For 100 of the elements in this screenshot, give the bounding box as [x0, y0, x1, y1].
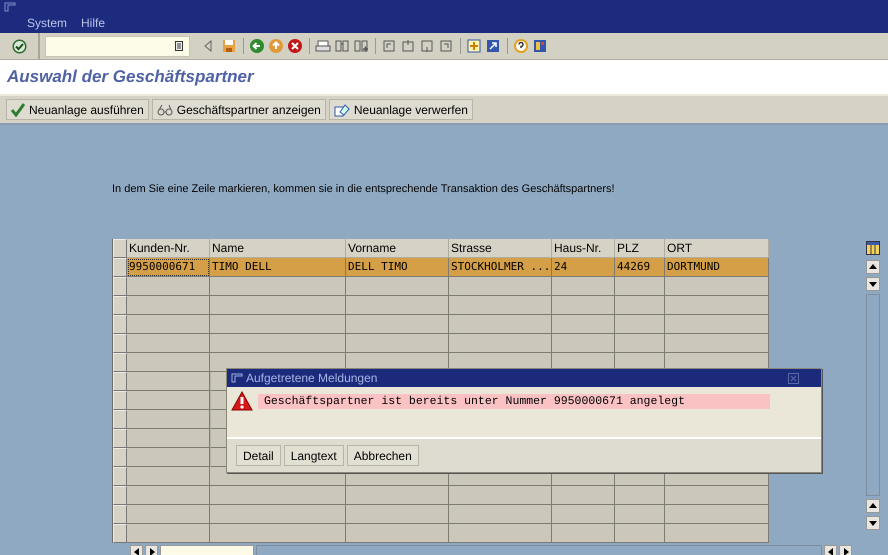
column-settings-icon[interactable] [866, 241, 880, 255]
row-selector[interactable] [113, 296, 127, 315]
check-icon [11, 102, 25, 116]
dialog-button[interactable]: Detail [236, 445, 281, 466]
caret-left-icon [134, 548, 140, 555]
window-menu-icon[interactable] [231, 373, 243, 383]
table-cell [552, 524, 615, 543]
find-icon[interactable] [334, 38, 350, 54]
table-cell: DORTMUND [665, 258, 769, 277]
scroll-down-button[interactable] [866, 277, 880, 291]
scroll-left-button[interactable] [824, 545, 837, 555]
row-selector[interactable] [113, 429, 127, 448]
scroll-right-button[interactable] [145, 545, 158, 555]
scroll-up-button[interactable] [866, 260, 880, 274]
table-cell [615, 277, 665, 296]
table-cell [615, 486, 665, 505]
table-cell [552, 334, 615, 353]
previous-page-icon[interactable] [400, 38, 416, 54]
caret-down-icon [869, 520, 877, 526]
table-cell: 24 [552, 258, 615, 277]
row-selector[interactable] [113, 353, 127, 372]
caret-left-icon [828, 548, 834, 555]
caret-right-icon [148, 548, 154, 555]
caret-up-icon [869, 264, 877, 270]
instruction-text: In dem Sie eine Zeile markieren, kommen sie in die entsprechende Transaktion des Geschäftspartners! [112, 183, 615, 195]
eraser-icon [334, 102, 350, 116]
dialog-button[interactable]: Abbrechen [346, 445, 419, 466]
layout-menu-icon[interactable] [532, 38, 548, 54]
find-next-icon[interactable] [353, 38, 369, 54]
table-cell: TIMO DELL [210, 258, 346, 277]
window-menu-icon[interactable] [4, 2, 16, 12]
screen-title: Auswahl der Geschäftspartner [7, 67, 254, 87]
row-selector[interactable] [113, 315, 127, 334]
table-cell: DELL TIMO [346, 258, 449, 277]
table-cell [210, 372, 226, 391]
cancel-icon[interactable] [287, 38, 303, 54]
caret-down-icon [869, 281, 877, 287]
close-icon[interactable] [788, 372, 799, 384]
dialog-title: Aufgetretene Meldungen [246, 371, 378, 385]
toolbar-button[interactable]: Neuanlage verwerfen [328, 99, 473, 120]
scroll-up-button[interactable] [866, 499, 880, 513]
last-page-icon[interactable] [438, 38, 454, 54]
row-selector[interactable] [113, 524, 127, 543]
scroll-down-button[interactable] [866, 516, 880, 530]
table-cell: 44269 [615, 258, 665, 277]
table-cell [552, 486, 615, 505]
glasses-icon [156, 102, 173, 116]
warning-icon [231, 391, 253, 411]
enter-icon[interactable] [12, 38, 26, 54]
table-cell [210, 391, 226, 410]
message-text: Geschäftspartner ist bereits unter Nummer 9950000671 angelegt [258, 394, 770, 408]
toolbar-button[interactable]: Geschäftspartner anzeigen [152, 99, 326, 120]
save-icon[interactable] [221, 38, 237, 54]
back-icon[interactable] [249, 38, 265, 54]
row-selector[interactable] [113, 391, 127, 410]
new-session-icon[interactable] [466, 38, 482, 54]
scroll-left-button[interactable] [130, 545, 143, 555]
row-selector[interactable] [113, 277, 127, 296]
column-header[interactable]: Haus-Nr. [552, 239, 615, 258]
table-cell [552, 296, 615, 315]
table-cell [552, 505, 615, 524]
row-selector[interactable] [113, 505, 127, 524]
toolbar-button[interactable]: Neuanlage ausführen [6, 99, 149, 120]
dialog-button[interactable]: Langtext [284, 445, 344, 466]
table-cell [552, 315, 615, 334]
column-header[interactable]: Strasse [449, 239, 552, 258]
next-page-icon[interactable] [419, 38, 435, 54]
help-icon[interactable] [513, 38, 529, 54]
column-header[interactable]: PLZ [615, 239, 665, 258]
scroll-thumb[interactable] [160, 545, 254, 555]
row-selector[interactable] [113, 258, 127, 277]
row-selector[interactable] [113, 410, 127, 429]
menu-item[interactable]: Hilfe [81, 16, 106, 30]
table-cell [210, 448, 226, 467]
table-cell [615, 315, 665, 334]
table-cell: STOCKHOLMER ... [449, 258, 552, 277]
table-cell [615, 524, 665, 543]
history-icon[interactable] [175, 41, 183, 51]
vertical-scrollbar[interactable] [866, 260, 880, 530]
table-cell [552, 277, 615, 296]
table-cell [210, 429, 226, 448]
command-field[interactable] [45, 36, 190, 56]
caret-up-icon [869, 503, 877, 509]
select-all-button[interactable] [113, 239, 127, 258]
print-icon[interactable] [315, 38, 331, 54]
column-header[interactable]: Kunden-Nr. [127, 239, 210, 258]
shortcut-icon[interactable] [485, 38, 501, 54]
row-selector[interactable] [113, 467, 127, 486]
row-selector[interactable] [113, 372, 127, 391]
first-page-icon[interactable] [381, 38, 397, 54]
caret-right-icon [842, 548, 848, 555]
row-selector[interactable] [113, 486, 127, 505]
row-selector[interactable] [113, 334, 127, 353]
row-selector[interactable] [113, 448, 127, 467]
column-header[interactable]: ORT [665, 239, 769, 258]
scroll-right-button[interactable] [839, 545, 852, 555]
column-header[interactable]: Name [210, 239, 346, 258]
menu-item[interactable]: System [27, 16, 68, 30]
table-cell: 9950000671 [127, 258, 210, 277]
column-header[interactable]: Vorname [346, 239, 449, 258]
